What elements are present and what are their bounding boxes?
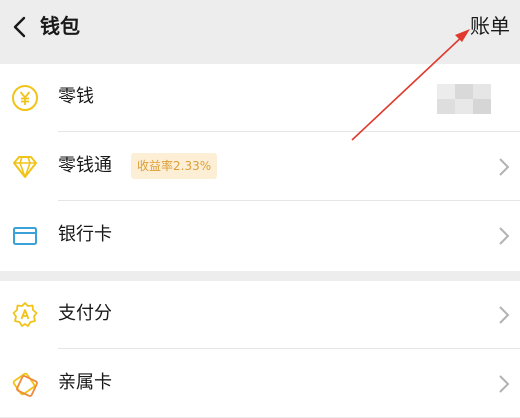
wallet-main-group: 零钱 零钱通 收益率2.33% 银行卡	[0, 64, 520, 271]
list-item-label: 亲属卡	[58, 372, 112, 393]
balance-mosaic	[437, 84, 491, 114]
chevron-right-icon	[499, 306, 510, 324]
list-item-change-plus[interactable]: 零钱通 收益率2.33%	[0, 133, 520, 201]
top-bar: 钱包 账单	[0, 0, 520, 56]
yield-badge: 收益率2.33%	[131, 153, 218, 179]
list-item-label: 银行卡	[58, 224, 112, 245]
list-item-label: 零钱	[58, 86, 94, 107]
yuan-coin-icon	[12, 85, 38, 111]
family-card-icon	[12, 372, 38, 397]
page-title: 钱包	[40, 14, 80, 38]
list-item-label: 零钱通	[58, 155, 112, 176]
list-item-bank-card[interactable]: 银行卡	[0, 202, 520, 270]
bill-button[interactable]: 账单	[470, 12, 510, 40]
chevron-right-icon	[499, 375, 510, 393]
wallet-services-group: 支付分 亲属卡	[0, 281, 520, 417]
divider	[58, 200, 520, 201]
divider	[58, 348, 520, 349]
chevron-left-icon[interactable]	[8, 14, 34, 40]
list-item-family-card[interactable]: 亲属卡	[0, 350, 520, 418]
diamond-icon	[13, 156, 37, 178]
list-item-payscore[interactable]: 支付分	[0, 281, 520, 349]
chevron-right-icon	[499, 158, 510, 176]
chevron-right-icon	[499, 227, 510, 245]
divider	[58, 131, 520, 132]
list-item-change[interactable]: 零钱	[0, 64, 520, 132]
bank-card-icon	[13, 227, 37, 245]
list-item-label: 支付分	[58, 303, 112, 324]
payscore-badge-icon	[12, 302, 38, 327]
